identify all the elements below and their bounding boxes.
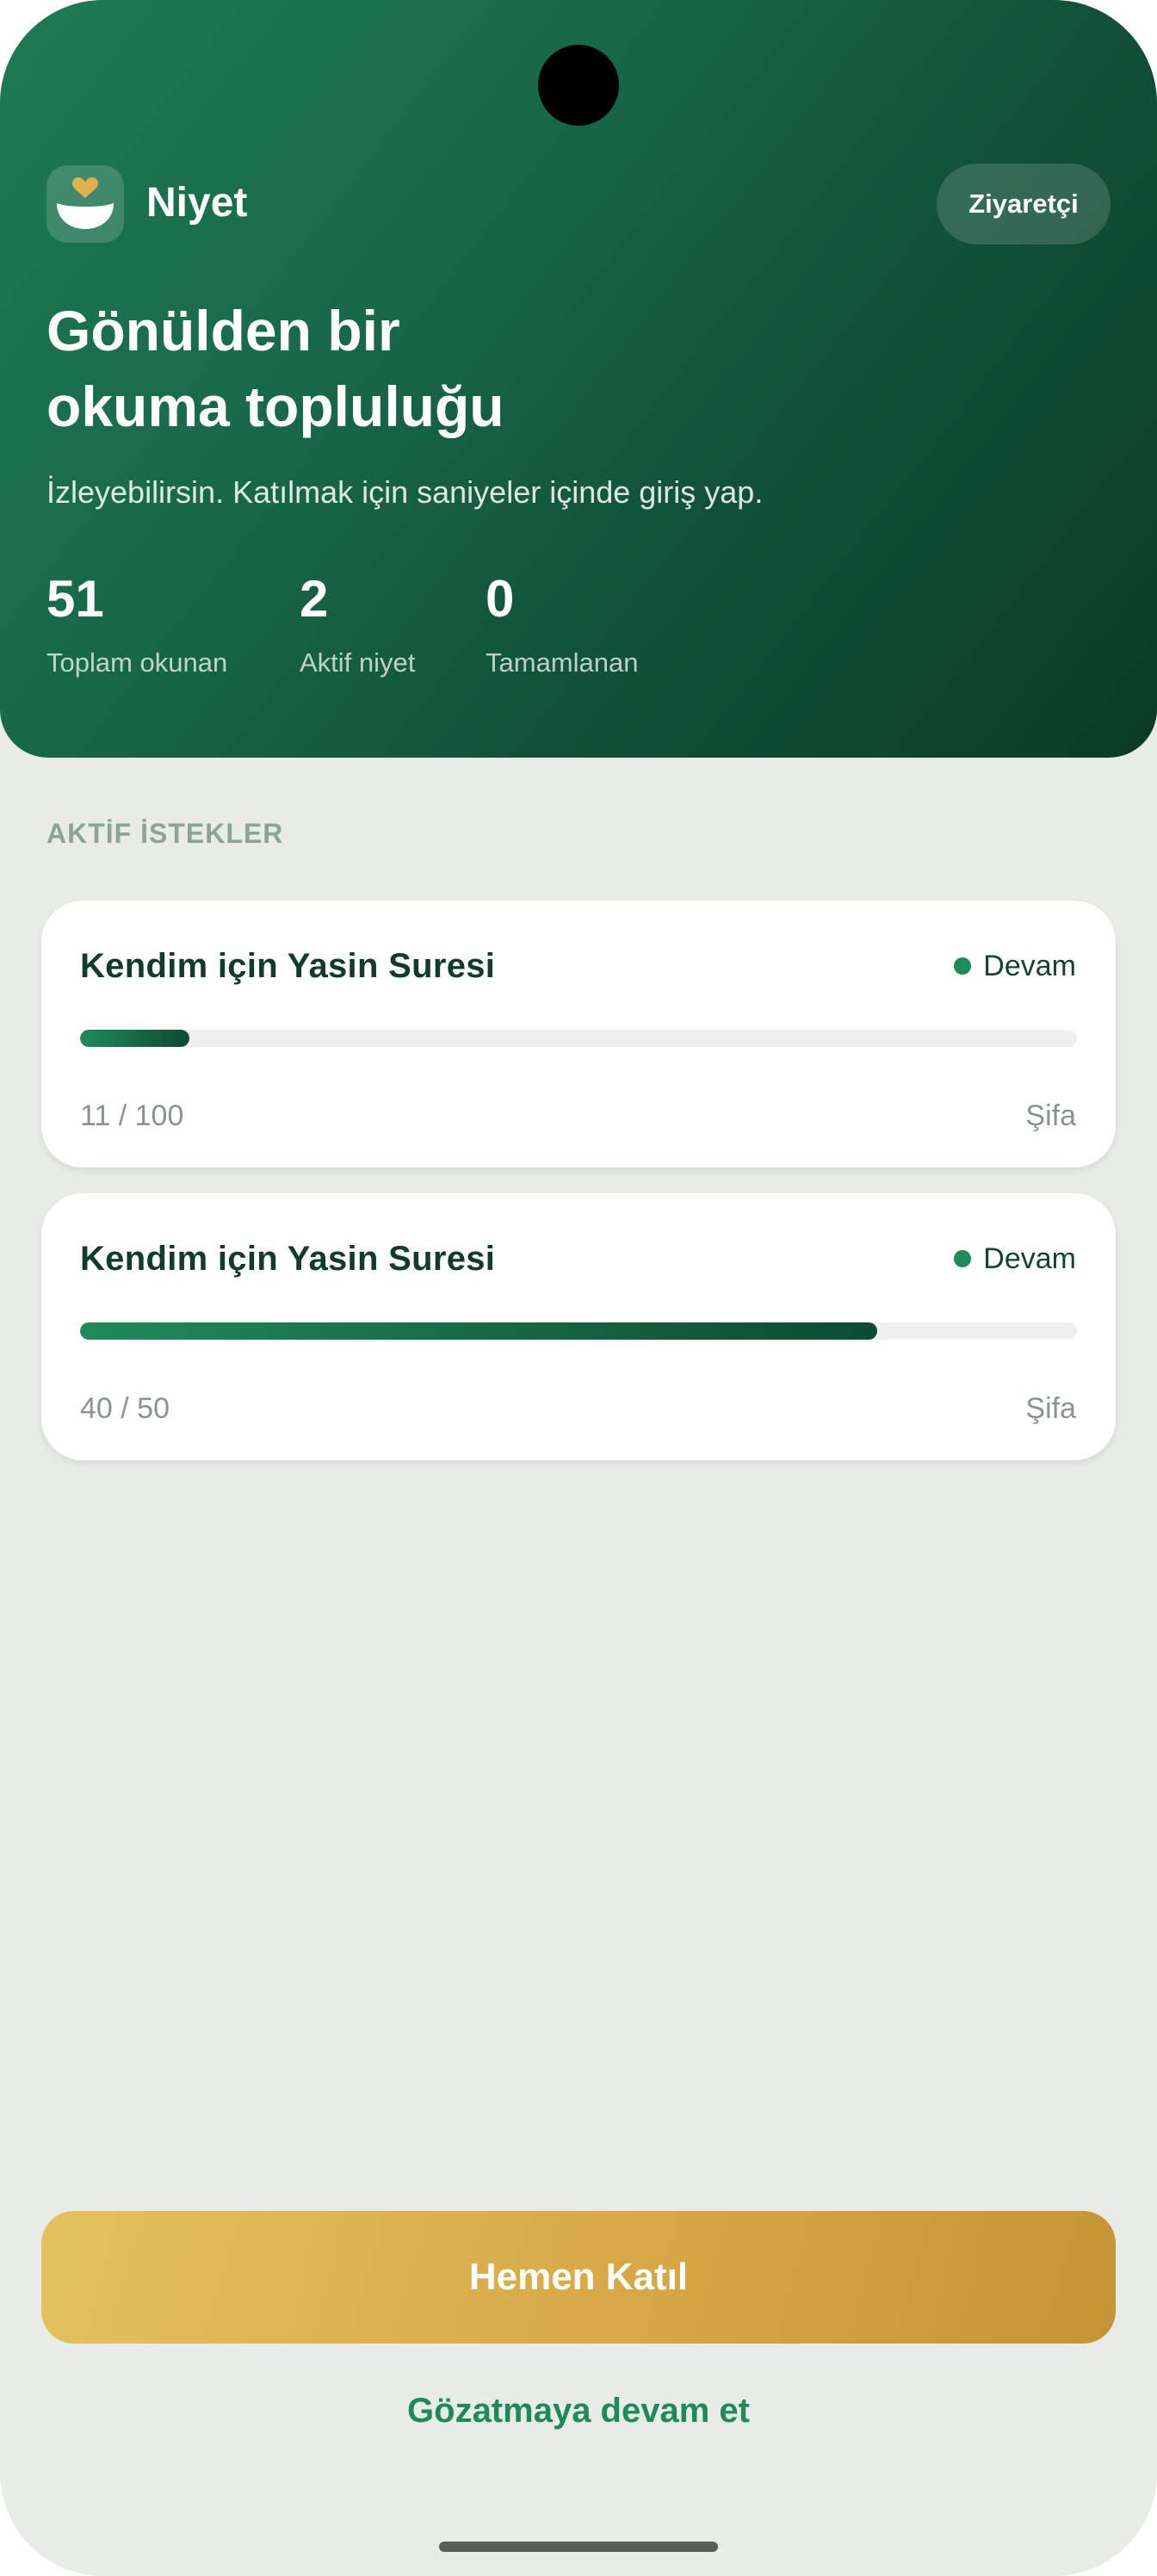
home-indicator[interactable] xyxy=(439,2542,718,2552)
stat-label: Toplam okunan xyxy=(46,647,228,678)
status-dot-icon xyxy=(954,957,972,975)
request-category: Şifa xyxy=(1025,1392,1076,1425)
stat-value: 51 xyxy=(46,570,104,628)
progress-count: 40 / 50 xyxy=(80,1392,170,1425)
hero-header: Niyet Ziyaretçi Gönülden bir okuma toplu… xyxy=(0,0,1157,758)
request-category: Şifa xyxy=(1025,1099,1076,1132)
stat-label: Tamamlanan xyxy=(486,647,639,678)
continue-browsing-link[interactable]: Gözatmaya devam et xyxy=(0,2388,1157,2433)
progress-bar xyxy=(80,1030,1077,1047)
progress-fill xyxy=(80,1030,190,1047)
status-label: Devam xyxy=(983,1242,1076,1275)
request-title: Kendim için Yasin Suresi xyxy=(80,1240,496,1278)
heart-hands-icon xyxy=(46,165,124,243)
hero-subtitle: İzleyebilirsin. Katılmak için saniyeler … xyxy=(46,474,764,510)
request-card[interactable]: Kendim için Yasin Suresi Devam 11 / 100 … xyxy=(41,901,1116,1167)
status-label: Devam xyxy=(983,950,1076,982)
status-dot-icon xyxy=(954,1250,972,1267)
stat-value: 0 xyxy=(486,570,515,628)
stat-active-intentions: 2 Aktif niyet xyxy=(300,568,415,680)
progress-bar xyxy=(80,1322,1077,1340)
stat-label: Aktif niyet xyxy=(300,647,416,678)
title-line-1: Gönülden bir xyxy=(46,299,400,362)
stat-completed: 0 Tamamlanan xyxy=(486,568,638,680)
stat-value: 2 xyxy=(300,570,329,628)
app-screen: Niyet Ziyaretçi Gönülden bir okuma toplu… xyxy=(0,0,1157,2576)
visitor-mode-badge[interactable]: Ziyaretçi xyxy=(937,164,1111,245)
front-camera xyxy=(538,45,619,126)
page-title: Gönülden bir okuma topluluğu xyxy=(46,293,821,444)
status-badge: Devam xyxy=(954,1242,1076,1276)
progress-count: 11 / 100 xyxy=(80,1099,184,1132)
active-requests-heading: AKTİF İSTEKLER xyxy=(46,818,284,849)
stat-total-read: 51 Toplam okunan xyxy=(46,568,227,680)
request-title: Kendim için Yasin Suresi xyxy=(80,947,496,985)
status-badge: Devam xyxy=(954,949,1076,983)
progress-fill xyxy=(80,1322,878,1340)
title-line-2: okuma topluluğu xyxy=(46,375,504,438)
request-card[interactable]: Kendim için Yasin Suresi Devam 40 / 50 Ş… xyxy=(41,1193,1116,1460)
app-name: Niyet xyxy=(146,180,248,226)
join-now-button[interactable]: Hemen Katıl xyxy=(41,2211,1116,2344)
